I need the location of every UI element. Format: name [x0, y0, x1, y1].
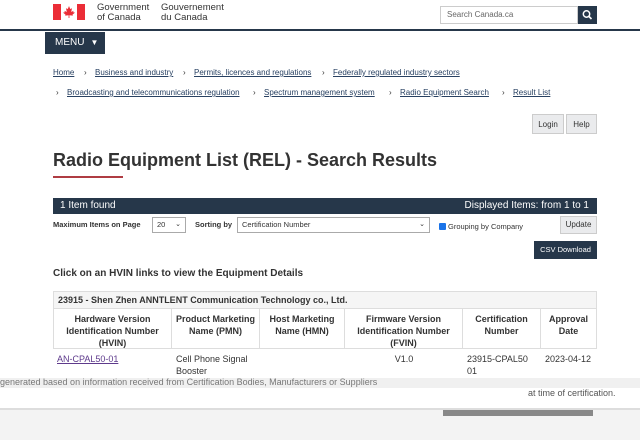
- government-of-canada-en[interactable]: Government of Canada: [97, 3, 149, 23]
- date-cell: 2023-04-12: [545, 354, 592, 364]
- breadcrumb-separator-icon: ›: [322, 68, 325, 77]
- max-items-label: Maximum Items on Page: [53, 220, 141, 229]
- breadcrumb-broadcasting[interactable]: Broadcasting and telecommunications regu…: [67, 88, 240, 97]
- chevron-down-icon: ⌄: [419, 221, 425, 228]
- hvin-link[interactable]: AN-CPAL50-01: [53, 349, 172, 369]
- col-header-date: Approval Date: [541, 309, 597, 349]
- gov-en-line2: of Canada: [97, 12, 141, 23]
- menu-button[interactable]: MENU ▼: [45, 32, 105, 54]
- grouping-label: Grouping by Company: [448, 222, 524, 231]
- col-header-pmn: Product Marketing Name (PMN): [172, 309, 260, 349]
- breadcrumb-separator-icon: ›: [183, 68, 186, 77]
- sorting-value: Certification Number: [242, 220, 311, 229]
- breadcrumb-separator-icon: ›: [253, 88, 256, 97]
- breadcrumb-separator-icon: ›: [56, 88, 59, 97]
- col-header-hvin: Hardware Version Identification Number (…: [53, 309, 172, 349]
- breadcrumb-separator-icon: ›: [84, 68, 87, 77]
- company-header: 23915 - Shen Zhen ANNTLENT Communication…: [53, 291, 597, 309]
- footer-gray-bar: [443, 410, 593, 416]
- col-header-hmn: Host Marketing Name (HMN): [260, 309, 345, 349]
- breadcrumb-permits[interactable]: Permits, licences and regulations: [194, 68, 311, 77]
- menu-label: MENU: [55, 37, 85, 48]
- max-items-value: 20: [157, 220, 166, 229]
- breadcrumb-federally-regulated[interactable]: Federally regulated industry sectors: [333, 68, 460, 77]
- title-underline: [53, 176, 123, 178]
- search-icon: [582, 10, 593, 20]
- update-button[interactable]: Update: [560, 216, 597, 234]
- help-button[interactable]: Help: [566, 114, 597, 134]
- items-found: 1 Item found: [60, 200, 116, 211]
- breadcrumb-radio-search[interactable]: Radio Equipment Search: [400, 88, 489, 97]
- click-info-text: Click on an HVIN links to view the Equip…: [53, 268, 304, 279]
- search-input[interactable]: Search Canada.ca: [440, 6, 578, 24]
- max-items-select[interactable]: 20 ⌄: [152, 217, 186, 233]
- breadcrumb-business[interactable]: Business and industry: [95, 68, 173, 77]
- results-table: 23915 - Shen Zhen ANNTLENT Communication…: [53, 291, 597, 386]
- search-button[interactable]: [578, 6, 597, 24]
- chevron-down-icon: ▼: [90, 38, 99, 47]
- login-button[interactable]: Login: [532, 114, 564, 134]
- col-header-fvin: Firmware Version Identification Number (…: [345, 309, 463, 349]
- checkmark-icon: [439, 230, 446, 236]
- breadcrumb-separator-icon: ›: [502, 88, 505, 97]
- col-header-cert: Certification Number: [463, 309, 541, 349]
- government-of-canada-fr[interactable]: Gouvernement du Canada: [161, 3, 224, 23]
- page-title: Radio Equipment List (REL) - Search Resu…: [53, 150, 438, 170]
- breadcrumb-spectrum[interactable]: Spectrum management system: [264, 88, 375, 97]
- gov-fr-line2: du Canada: [161, 12, 208, 23]
- footer-certification-text: at time of certification.: [528, 388, 616, 398]
- breadcrumb-separator-icon: ›: [389, 88, 392, 97]
- canada-flag-icon: [53, 4, 85, 20]
- hmn-cell: [260, 349, 345, 357]
- fvin-cell: V1.0: [394, 354, 414, 364]
- cert-cell: 23915-CPAL5001: [467, 354, 528, 376]
- footer-generated-text: generated based on information received …: [0, 377, 378, 387]
- chevron-down-icon: ⌄: [175, 221, 181, 228]
- csv-download-button[interactable]: CSV Download: [534, 241, 597, 259]
- grouping-checkbox[interactable]: [439, 223, 446, 236]
- header-divider: [0, 29, 640, 31]
- displayed-items: Displayed Items: from 1 to 1: [464, 200, 590, 211]
- sorting-select[interactable]: Certification Number ⌄: [237, 217, 430, 233]
- breadcrumb-result-list[interactable]: Result List: [513, 88, 550, 97]
- results-bar: 1 Item found Displayed Items: from 1 to …: [53, 198, 597, 214]
- sorting-label: Sorting by: [195, 220, 233, 229]
- breadcrumb-home[interactable]: Home: [53, 68, 74, 77]
